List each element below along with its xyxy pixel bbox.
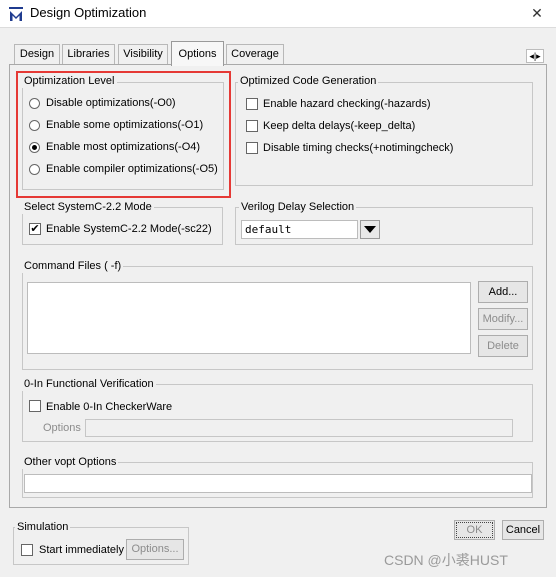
simulation-options-button[interactable]: Options... [126,539,184,560]
modify-command-file-button[interactable]: Modify... [478,308,528,330]
verilog-delay-dropdown-button[interactable] [360,220,380,239]
verilog-delay-select[interactable]: default [241,220,358,239]
tab-design[interactable]: Design [14,44,60,64]
optimized-code-checkbox[interactable] [246,142,258,154]
ok-button[interactable]: OK [454,520,495,540]
modelsim-m-logo-icon [9,7,23,21]
checkerware-options-field [85,419,513,437]
tab-visibility[interactable]: Visibility [118,44,168,64]
chevron-down-icon [364,226,376,233]
close-button[interactable]: ✕ [522,2,552,24]
systemc-checkbox-label: Enable SystemC-2.2 Mode(-sc22) [46,223,212,235]
simulation-legend: Simulation [15,521,71,534]
start-immediately-checkbox[interactable] [21,544,33,556]
command-files-legend: Command Files ( -f) [22,260,124,273]
window-title: Design Optimization [30,5,147,20]
functional-verification-legend: 0-In Functional Verification [22,378,156,391]
watermark-text: CSDN @小裘HUST [384,552,508,568]
tab-coverage[interactable]: Coverage [226,44,284,64]
checkerware-checkbox-label: Enable 0-In CheckerWare [46,401,173,413]
verilog-delay-legend: Verilog Delay Selection [239,201,357,214]
tab-options[interactable]: Options [171,41,224,66]
tab-libraries[interactable]: Libraries [62,44,115,64]
highlight-box [16,71,231,198]
tab-scroll-arrows-icon[interactable]: ◂|▸ [526,49,544,63]
optimized-code-checkbox[interactable] [246,120,258,132]
start-immediately-label: Start immediately [39,544,124,556]
other-vopt-input[interactable] [24,474,532,493]
optimized-code-checkbox-label: Disable timing checks(+notimingcheck) [263,142,454,154]
delete-command-file-button[interactable]: Delete [478,335,528,357]
command-files-list[interactable] [27,282,471,354]
title-bar: Design Optimization ✕ [0,0,556,28]
checkerware-checkbox[interactable] [29,400,41,412]
optimized-code-checkbox[interactable] [246,98,258,110]
add-command-file-button[interactable]: Add... [478,281,528,303]
optimized-code-checkbox-label: Enable hazard checking(-hazards) [263,98,431,110]
other-vopt-legend: Other vopt Options [22,456,119,469]
systemc-checkbox[interactable]: ✔ [29,223,41,235]
systemc-legend: Select SystemC-2.2 Mode [22,201,154,214]
optimized-code-legend: Optimized Code Generation [238,75,379,88]
cancel-button[interactable]: Cancel [502,520,544,540]
optimized-code-checkbox-label: Keep delta delays(-keep_delta) [263,120,416,132]
checkerware-options-label: Options [43,422,81,434]
